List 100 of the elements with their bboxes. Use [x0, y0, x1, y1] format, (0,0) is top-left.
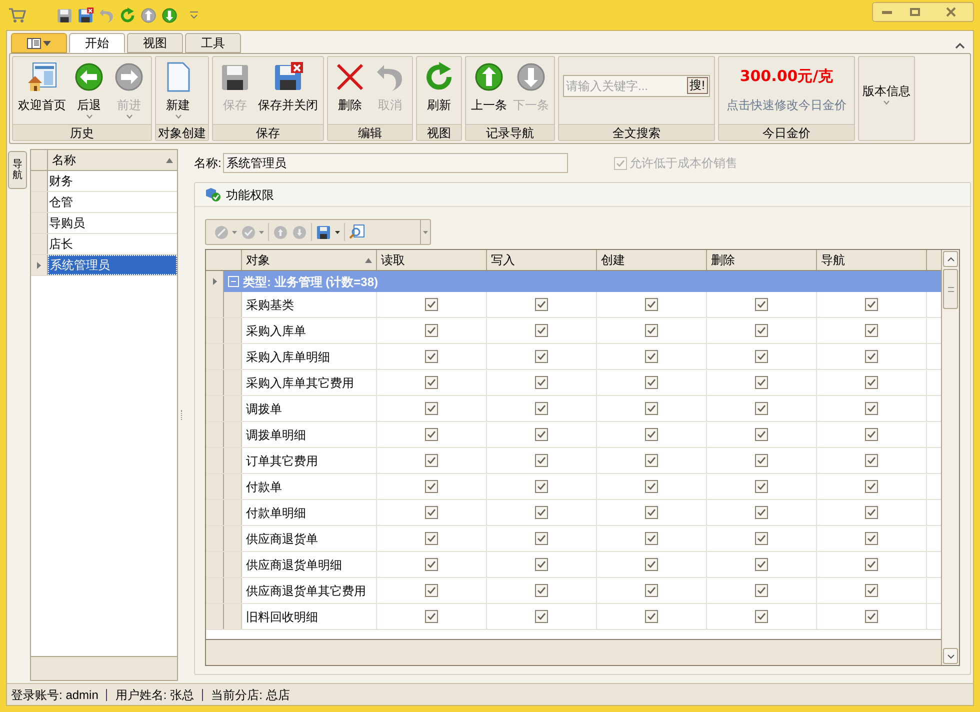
name-field[interactable]: 系统管理员 — [223, 153, 568, 173]
checkbox[interactable] — [645, 428, 658, 441]
checkbox[interactable] — [755, 298, 768, 311]
checkbox[interactable] — [865, 298, 878, 311]
checkbox[interactable] — [425, 324, 438, 337]
column-header[interactable]: 写入 — [487, 250, 597, 270]
checkbox[interactable] — [755, 350, 768, 363]
checkbox[interactable] — [425, 480, 438, 493]
checkbox[interactable] — [645, 454, 658, 467]
checkbox[interactable] — [535, 402, 548, 415]
role-row[interactable]: 仓管 — [48, 192, 177, 212]
checkbox[interactable] — [865, 350, 878, 363]
check-circle-icon[interactable] — [241, 224, 256, 240]
cart-icon[interactable] — [8, 7, 26, 23]
ribbon-button[interactable]: 后退 — [69, 61, 109, 119]
checkbox[interactable] — [535, 480, 548, 493]
checkbox[interactable] — [645, 376, 658, 389]
ribbon-tab[interactable]: 工具 — [185, 33, 241, 53]
ribbon-button[interactable]: 新建 — [158, 61, 198, 119]
checkbox[interactable] — [425, 558, 438, 571]
checkbox[interactable] — [645, 610, 658, 623]
ribbon-button[interactable]: 欢迎首页 — [15, 61, 69, 114]
search-button[interactable]: 搜! — [686, 77, 708, 94]
checkbox[interactable] — [425, 376, 438, 389]
role-row[interactable]: 系统管理员 — [48, 255, 177, 275]
checkbox[interactable] — [535, 584, 548, 597]
checkbox[interactable] — [865, 376, 878, 389]
column-header[interactable]: 导航 — [817, 250, 927, 270]
caret-icon[interactable] — [335, 230, 340, 234]
checkbox[interactable] — [645, 558, 658, 571]
checkbox[interactable] — [425, 584, 438, 597]
app-menu-button[interactable] — [11, 33, 67, 53]
checkbox[interactable] — [425, 402, 438, 415]
checkbox[interactable] — [755, 480, 768, 493]
ribbon-button[interactable]: 保存并关闭 — [255, 61, 321, 114]
checkbox[interactable] — [755, 532, 768, 545]
checkbox[interactable] — [645, 480, 658, 493]
checkbox[interactable] — [535, 506, 548, 519]
checkbox[interactable] — [645, 350, 658, 363]
checkbox[interactable] — [865, 558, 878, 571]
checkbox[interactable] — [645, 402, 658, 415]
checkbox[interactable] — [425, 428, 438, 441]
checkbox[interactable] — [645, 584, 658, 597]
scroll-thumb[interactable] — [943, 269, 958, 309]
checkbox[interactable] — [535, 298, 548, 311]
checkbox[interactable] — [755, 454, 768, 467]
checkbox[interactable] — [755, 506, 768, 519]
scroll-up-button[interactable] — [943, 251, 958, 267]
checkbox[interactable] — [535, 610, 548, 623]
checkbox[interactable] — [755, 558, 768, 571]
toolbar-dropdown-button[interactable] — [420, 220, 430, 244]
scroll-down-button[interactable] — [943, 648, 958, 664]
checkbox[interactable] — [865, 454, 878, 467]
checkbox[interactable] — [535, 376, 548, 389]
expand-toggle[interactable] — [228, 276, 239, 287]
checkbox[interactable] — [535, 350, 548, 363]
version-info-button[interactable]: 版本信息 — [858, 56, 915, 141]
checkbox[interactable] — [535, 558, 548, 571]
checkbox[interactable] — [755, 376, 768, 389]
checkbox[interactable] — [425, 350, 438, 363]
checkbox[interactable] — [425, 532, 438, 545]
role-row[interactable]: 店长 — [48, 234, 177, 254]
checkbox[interactable] — [425, 506, 438, 519]
checkbox[interactable] — [865, 324, 878, 337]
checkbox[interactable] — [425, 610, 438, 623]
checkbox[interactable] — [645, 298, 658, 311]
checkbox[interactable] — [535, 324, 548, 337]
column-header[interactable]: 读取 — [377, 250, 487, 270]
edit-price-link[interactable]: 点击快速修改今日金价 — [726, 96, 846, 114]
column-header[interactable]: 创建 — [597, 250, 707, 270]
column-header[interactable]: 对象 — [242, 250, 377, 270]
checkbox[interactable] — [755, 428, 768, 441]
ribbon-tab[interactable]: 开始 — [69, 33, 125, 53]
checkbox[interactable] — [865, 428, 878, 441]
role-row[interactable]: 财务 — [48, 171, 177, 191]
role-row[interactable]: 导购员 — [48, 213, 177, 233]
navigation-side-tab[interactable]: 导航 — [8, 151, 27, 189]
checkbox[interactable] — [755, 610, 768, 623]
ribbon-button[interactable]: 上一条 — [468, 61, 510, 114]
dropdown-icon[interactable] — [188, 10, 200, 20]
checkbox[interactable] — [645, 324, 658, 337]
checkbox[interactable] — [535, 454, 548, 467]
checkbox[interactable] — [755, 584, 768, 597]
magnifier-icon[interactable] — [349, 224, 365, 240]
checkbox[interactable] — [755, 324, 768, 337]
checkbox[interactable] — [535, 428, 548, 441]
checkbox[interactable] — [425, 298, 438, 311]
checkbox[interactable] — [865, 480, 878, 493]
column-header[interactable]: 删除 — [707, 250, 817, 270]
checkbox[interactable] — [755, 402, 768, 415]
checkbox[interactable] — [535, 532, 548, 545]
collapse-ribbon-icon[interactable] — [955, 42, 965, 49]
checkbox[interactable] — [645, 506, 658, 519]
checkbox[interactable] — [865, 610, 878, 623]
ribbon-button[interactable]: 删除 — [330, 61, 370, 114]
checkbox[interactable] — [865, 532, 878, 545]
checkbox[interactable] — [865, 506, 878, 519]
search-field[interactable]: 请输入关键字... 搜! — [563, 74, 710, 96]
scrollbar[interactable] — [941, 250, 959, 665]
checkbox[interactable] — [865, 584, 878, 597]
